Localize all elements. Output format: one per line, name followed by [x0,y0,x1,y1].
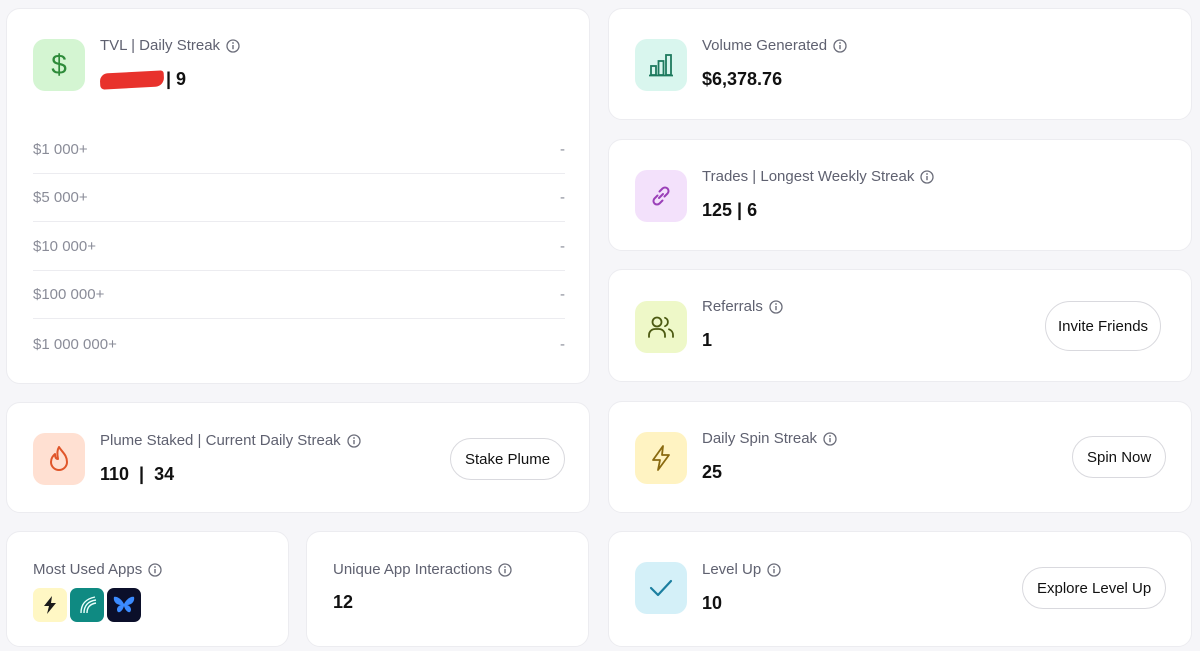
level-card: Level Up 10 Explore Level Up [608,531,1192,647]
info-icon[interactable] [347,433,361,448]
spin-value: 25 [702,462,723,482]
info-icon[interactable] [226,38,240,53]
tvl-value: | 9 [99,69,186,90]
interactions-card: Unique App Interactions 12 [306,531,589,647]
info-icon[interactable] [148,562,162,577]
check-icon [635,562,687,614]
users-icon [635,301,687,353]
tier-row: $1 000 000+ - [33,335,565,353]
plume-label: Plume Staked | Current Daily Streak [100,432,361,449]
apps-card: Most Used Apps [6,531,289,647]
explore-level-up-button[interactable]: Explore Level Up [1022,567,1167,609]
spin-label: Daily Spin Streak [702,430,837,447]
plume-value: 110 | 34 [100,464,175,484]
level-value: 10 [702,593,723,613]
app-wave-icon[interactable] [70,588,104,622]
bar-chart-icon [635,39,687,91]
info-icon[interactable] [833,38,847,53]
info-icon[interactable] [823,431,837,446]
trades-label: Trades | Longest Weekly Streak [702,168,934,185]
spin-now-button[interactable]: Spin Now [1072,436,1167,478]
trades-card: Trades | Longest Weekly Streak 125 | 6 [608,139,1192,251]
app-lightning-icon[interactable] [33,588,67,622]
tier-row: $5 000+ - [33,174,565,222]
link-icon [635,170,687,222]
level-label: Level Up [702,561,781,578]
invite-friends-button[interactable]: Invite Friends [1045,301,1162,351]
lightning-icon [635,432,687,484]
app-butterfly-icon[interactable] [107,588,141,622]
volume-card: Volume Generated $6,378.76 [608,8,1192,120]
redaction-mark [99,70,165,90]
interactions-label: Unique App Interactions [333,561,512,578]
flame-icon [33,433,85,485]
plume-card: Plume Staked | Current Daily Streak 110 … [6,402,590,513]
info-icon[interactable] [767,562,781,577]
info-icon[interactable] [769,299,783,314]
interactions-value: 12 [333,592,354,612]
tier-row: $100 000+ - [33,271,565,319]
referrals-value: 1 [702,330,713,350]
stake-plume-button[interactable]: Stake Plume [450,438,566,480]
referrals-label: Referrals [702,298,783,315]
apps-label: Most Used Apps [33,561,162,578]
info-icon[interactable] [920,169,934,184]
volume-label: Volume Generated [702,37,847,54]
tvl-card: $ TVL | Daily Streak | 9 $1 000+ - $5 000… [6,8,590,384]
svg-text:$: $ [51,50,67,80]
volume-value: $6,378.76 [702,69,783,89]
dollar-icon: $ [33,39,85,91]
tvl-label: TVL | Daily Streak [100,37,240,54]
tier-row: $10 000+ - [33,223,565,271]
spin-card: Daily Spin Streak 25 Spin Now [608,401,1192,513]
trades-value: 125 | 6 [702,200,758,220]
referrals-card: Referrals 1 Invite Friends [608,269,1192,382]
tier-row: $1 000+ - [33,126,565,174]
info-icon[interactable] [498,562,512,577]
